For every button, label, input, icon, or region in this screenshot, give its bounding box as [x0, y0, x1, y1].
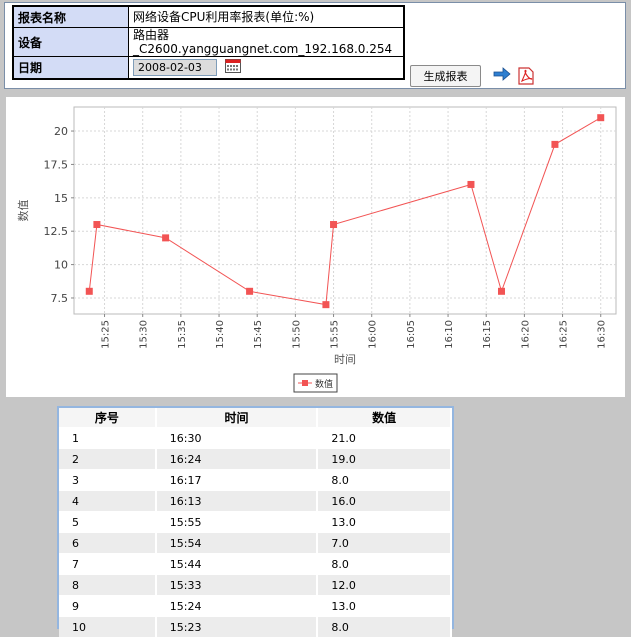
legend-marker: [302, 380, 308, 386]
table-row: 316:178.0: [59, 470, 451, 491]
row-time-cell: 16:17: [156, 470, 318, 491]
table-header-row: 序号 时间 数值: [59, 408, 451, 428]
row-value-cell: 13.0: [317, 512, 451, 533]
y-tick-label: 7.5: [51, 292, 69, 305]
cpu-usage-line-chart: 7.5 10 12.5 15 17.5 20 15:25 15:30 15:35 15:40 15:…: [6, 97, 625, 397]
x-tick-label: 15:30: [139, 320, 150, 349]
device-host: _C2600.yangguangnet.com_192.168.0.254: [133, 42, 399, 56]
data-point: [551, 141, 558, 148]
column-header-time: 时间: [156, 408, 318, 428]
x-tick-label: 16:25: [559, 320, 570, 349]
data-table: 序号 时间 数值 116:3021.0216:2419.0316:178.041…: [59, 408, 452, 637]
x-tick-label: 16:10: [444, 320, 455, 349]
data-table-panel: 序号 时间 数值 116:3021.0216:2419.0316:178.041…: [57, 406, 454, 629]
calendar-icon[interactable]: [225, 59, 241, 76]
plot-area: [74, 107, 616, 314]
report-name-value: 网络设备CPU利用率报表(单位:%): [129, 6, 405, 28]
x-tick-label: 15:40: [215, 320, 226, 349]
x-tick-label: 15:50: [291, 320, 302, 349]
row-time-cell: 15:33: [156, 575, 318, 596]
table-row: 216:2419.0: [59, 449, 451, 470]
y-tick-label: 15: [54, 192, 68, 205]
x-tick-label: 15:25: [101, 320, 112, 349]
report-info-table: 报表名称 网络设备CPU利用率报表(单位:%) 设备 路由器 _C2600.ya…: [12, 5, 405, 80]
pdf-icon[interactable]: [518, 67, 534, 88]
data-point: [246, 288, 253, 295]
x-tick-label: 15:45: [253, 320, 264, 349]
row-index-cell: 2: [59, 449, 156, 470]
row-time-cell: 16:30: [156, 428, 318, 449]
data-point: [93, 221, 100, 228]
column-header-value: 数值: [317, 408, 451, 428]
row-value-cell: 7.0: [317, 533, 451, 554]
row-value-cell: 21.0: [317, 428, 451, 449]
y-tick-label: 20: [54, 125, 68, 138]
device-label: 设备: [13, 28, 129, 57]
data-point: [162, 234, 169, 241]
table-row: 915:2413.0: [59, 596, 451, 617]
device-value: 路由器 _C2600.yangguangnet.com_192.168.0.25…: [129, 28, 405, 57]
table-row: 1015:238.0: [59, 617, 451, 637]
column-header-index: 序号: [59, 408, 156, 428]
row-value-cell: 19.0: [317, 449, 451, 470]
table-row: 715:448.0: [59, 554, 451, 575]
y-tick-label: 10: [54, 259, 68, 272]
y-axis-title: 数值: [17, 200, 30, 222]
chart-panel: 7.5 10 12.5 15 17.5 20 15:25 15:30 15:35 15:40 15:…: [6, 97, 625, 397]
data-point: [330, 221, 337, 228]
row-index-cell: 9: [59, 596, 156, 617]
row-index-cell: 6: [59, 533, 156, 554]
data-point: [498, 288, 505, 295]
data-point: [467, 181, 474, 188]
table-row: 615:547.0: [59, 533, 451, 554]
row-time-cell: 15:23: [156, 617, 318, 637]
report-form-panel: 报表名称 网络设备CPU利用率报表(单位:%) 设备 路由器 _C2600.ya…: [4, 2, 626, 89]
table-row: 815:3312.0: [59, 575, 451, 596]
x-tick-label: 15:35: [177, 320, 188, 349]
row-value-cell: 16.0: [317, 491, 451, 512]
date-input[interactable]: [133, 59, 217, 76]
x-tick-label: 16:00: [368, 320, 379, 349]
row-time-cell: 16:13: [156, 491, 318, 512]
x-tick-label: 16:20: [520, 320, 531, 349]
y-tick-label: 17.5: [44, 158, 69, 171]
date-label: 日期: [13, 57, 129, 80]
row-time-cell: 15:24: [156, 596, 318, 617]
x-tick-label: 16:15: [482, 320, 493, 349]
data-point: [322, 301, 329, 308]
device-type: 路由器: [133, 28, 399, 42]
row-time-cell: 15:44: [156, 554, 318, 575]
row-index-cell: 3: [59, 470, 156, 491]
row-index-cell: 4: [59, 491, 156, 512]
row-index-cell: 1: [59, 428, 156, 449]
x-tick-label: 16:05: [406, 320, 417, 349]
x-tick-label: 15:55: [330, 320, 341, 349]
date-cell: [129, 57, 405, 80]
row-time-cell: 15:55: [156, 512, 318, 533]
row-time-cell: 15:54: [156, 533, 318, 554]
table-row: 416:1316.0: [59, 491, 451, 512]
row-time-cell: 16:24: [156, 449, 318, 470]
table-row: 116:3021.0: [59, 428, 451, 449]
data-point: [597, 114, 604, 121]
row-value-cell: 8.0: [317, 554, 451, 575]
y-tick-label: 12.5: [44, 225, 69, 238]
row-value-cell: 13.0: [317, 596, 451, 617]
legend-label: 数值: [315, 378, 333, 390]
x-tick-label: 16:30: [597, 320, 608, 349]
row-index-cell: 7: [59, 554, 156, 575]
row-value-cell: 12.0: [317, 575, 451, 596]
row-index-cell: 8: [59, 575, 156, 596]
row-value-cell: 8.0: [317, 470, 451, 491]
row-index-cell: 10: [59, 617, 156, 637]
report-name-label: 报表名称: [13, 6, 129, 28]
row-index-cell: 5: [59, 512, 156, 533]
x-axis-title: 时间: [334, 353, 356, 366]
arrow-right-icon[interactable]: [493, 67, 511, 84]
table-row: 515:5513.0: [59, 512, 451, 533]
generate-report-button[interactable]: 生成报表: [410, 65, 481, 87]
data-point: [86, 288, 93, 295]
row-value-cell: 8.0: [317, 617, 451, 637]
